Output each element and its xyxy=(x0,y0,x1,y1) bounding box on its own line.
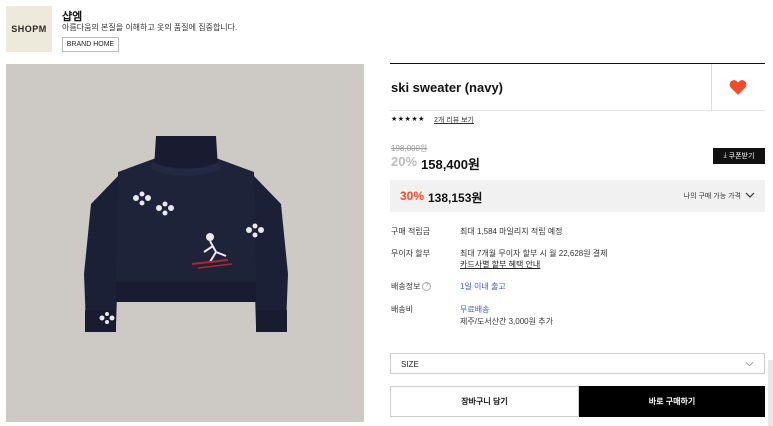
scrollbar[interactable] xyxy=(768,360,773,426)
best-price-box[interactable]: 30% 138,153원 나의 구매 가능 가격 xyxy=(390,180,765,212)
best-price: 138,153원 xyxy=(428,191,483,205)
sale-price: 158,400원 xyxy=(421,157,480,172)
chevron-down-icon xyxy=(745,361,754,367)
product-image[interactable] xyxy=(6,64,364,422)
best-price-label: 나의 구매 가능 가격 xyxy=(683,193,741,200)
brand-home-button[interactable]: BRAND HOME xyxy=(62,37,119,52)
shipping-value: 1일 이내 출고 xyxy=(460,282,506,291)
top-divider xyxy=(390,63,765,64)
buy-now-button[interactable]: 바로 구매하기 xyxy=(579,386,765,417)
installment-link[interactable]: 카드사별 할부 혜택 안내 xyxy=(460,259,540,270)
shipping-label-text: 배송정보 xyxy=(391,282,421,291)
coupon-button[interactable]: ⤓ 쿠폰받기 xyxy=(713,148,765,164)
help-icon[interactable]: ? xyxy=(422,282,432,292)
heart-icon[interactable] xyxy=(729,79,747,95)
points-value: 최대 1,584 마일리지 적립 예정 xyxy=(460,227,563,236)
installment-value: 최대 7개월 무이자 할부 시 월 22,628원 결제 xyxy=(460,249,608,258)
best-rate: 30% xyxy=(400,189,425,203)
original-price: 198,000원 xyxy=(391,144,428,153)
chevron-down-icon xyxy=(745,192,755,198)
shipping-label: 배송정보? xyxy=(391,281,432,292)
points-label: 구매 적립금 xyxy=(391,227,431,236)
sale-rate: 20% xyxy=(391,154,418,169)
rating-stars: ★★★★★ xyxy=(391,116,425,123)
review-link[interactable]: 2개 리뷰 보기 xyxy=(434,115,474,125)
brand-description: 아름다움의 본질을 이해하고 옷의 품질에 집중합니다. xyxy=(62,23,238,32)
wish-divider xyxy=(711,64,712,110)
download-icon: ⤓ xyxy=(723,152,727,159)
fee-label: 배송비 xyxy=(391,305,414,314)
size-select-label: SIZE xyxy=(401,360,419,369)
size-select[interactable]: SIZE xyxy=(390,353,765,374)
brand-logo[interactable]: SHOPM xyxy=(6,6,52,52)
product-title: ski sweater (navy) xyxy=(391,80,504,95)
coupon-button-label: 쿠폰받기 xyxy=(728,153,755,160)
title-divider xyxy=(390,110,765,111)
add-to-cart-button[interactable]: 장바구니 담기 xyxy=(390,386,579,417)
navy-turtleneck-sweater-image xyxy=(6,64,364,422)
fee-extra: 제주/도서산간 3,000원 추가 xyxy=(460,317,553,326)
installment-label: 무이자 할부 xyxy=(391,249,431,258)
fee-value: 무료배송 xyxy=(460,305,490,314)
